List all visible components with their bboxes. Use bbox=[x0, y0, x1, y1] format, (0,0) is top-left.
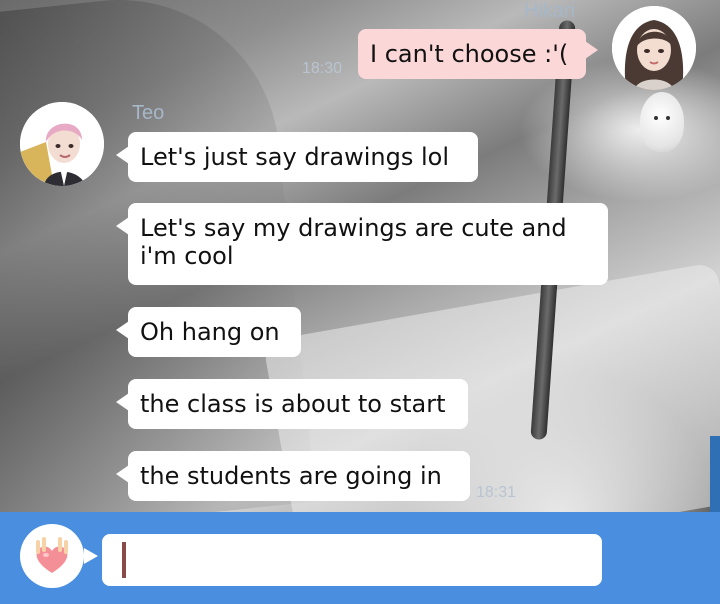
message-hikari-1[interactable]: I can't choose :'( bbox=[358, 29, 598, 79]
heart-hand-icon bbox=[36, 537, 68, 573]
message-teo-4[interactable]: the class is about to start bbox=[116, 379, 468, 429]
message-teo-5[interactable]: the students are going in bbox=[116, 451, 470, 501]
avatar-hikari[interactable] bbox=[612, 6, 696, 90]
avatar-teo-icon bbox=[20, 102, 104, 186]
message-teo-1[interactable]: Let's just say drawings lol bbox=[116, 132, 478, 182]
background-bird bbox=[640, 92, 684, 152]
emote-button[interactable] bbox=[20, 524, 98, 588]
message-teo-2[interactable]: Let's say my drawings are cute and i'm c… bbox=[116, 203, 608, 285]
timestamp-hikari: 18:30 bbox=[302, 60, 343, 77]
chat-area[interactable]: Hikari 18:30 I can't choose :'( Teo Let'… bbox=[0, 0, 720, 512]
side-panel-tab[interactable] bbox=[710, 436, 720, 512]
sender-name-hikari: Hikari bbox=[524, 0, 576, 22]
sender-name-teo: Teo bbox=[132, 102, 165, 124]
text-caret bbox=[122, 542, 126, 578]
avatar-teo[interactable] bbox=[20, 102, 104, 186]
message-teo-3[interactable]: Oh hang on bbox=[116, 307, 301, 357]
message-input[interactable] bbox=[102, 534, 602, 586]
timestamp-teo: 18:31 bbox=[476, 484, 517, 501]
avatar-hikari-icon bbox=[612, 6, 696, 90]
